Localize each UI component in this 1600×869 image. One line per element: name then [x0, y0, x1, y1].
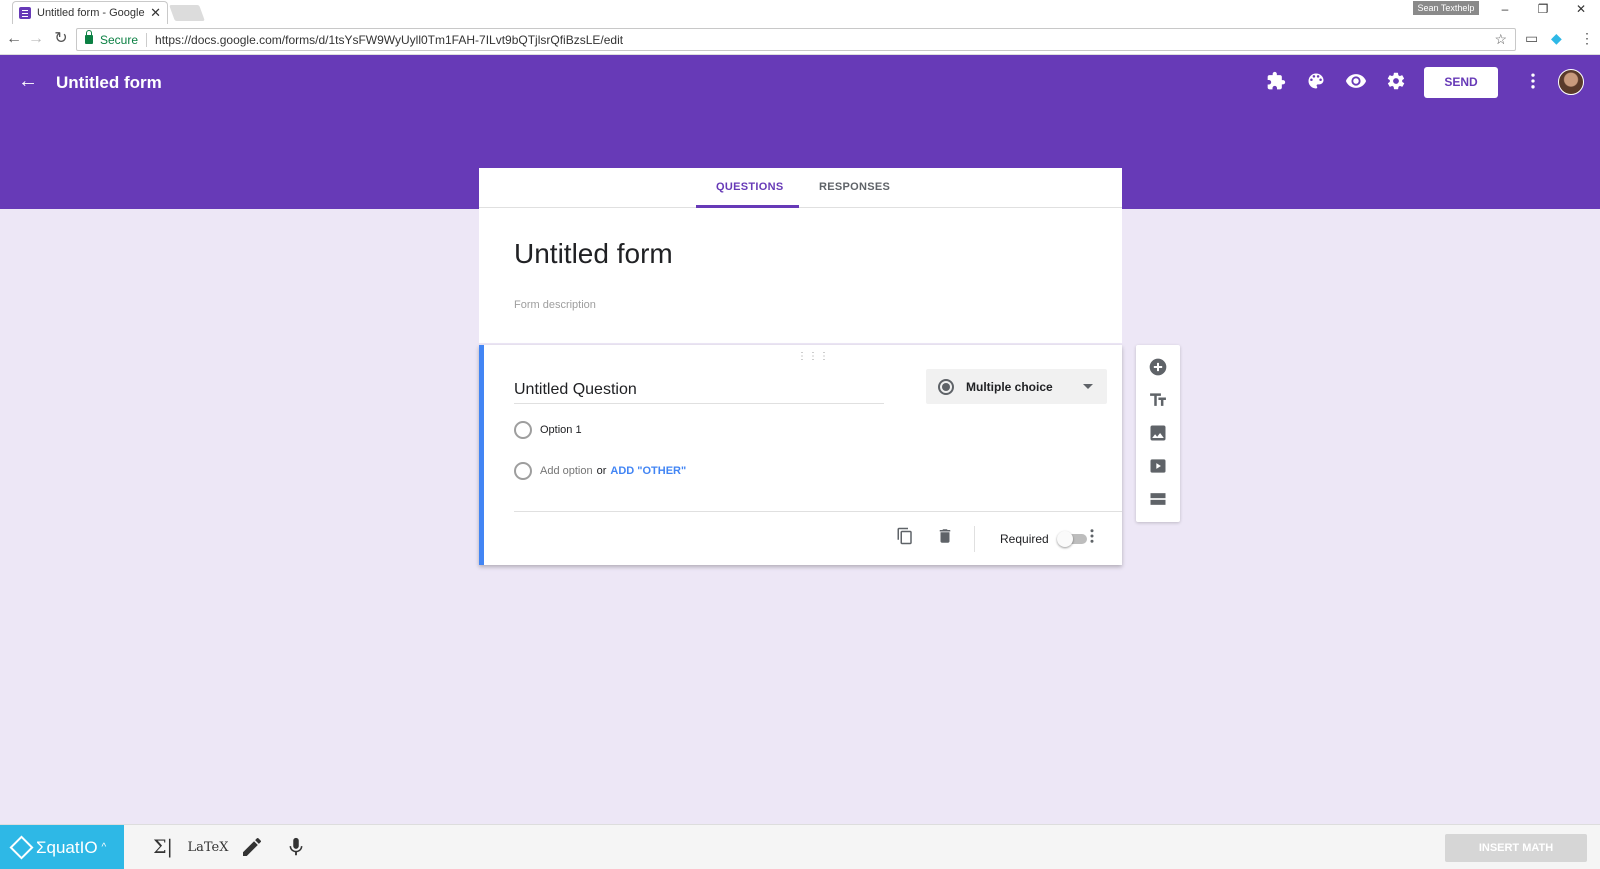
browser-tab-title: Untitled form - Google F — [37, 7, 147, 19]
tab-responses[interactable]: RESPONSES — [819, 181, 890, 193]
equatio-logo-text: ƩquatIO — [36, 837, 98, 857]
url-text[interactable]: https://docs.google.com/forms/d/1tsYsFW9… — [155, 33, 623, 47]
math-editor-icon[interactable]: Σ| — [150, 835, 176, 859]
question-more-icon[interactable] — [1081, 525, 1103, 547]
chevron-up-icon: ^ — [101, 842, 107, 853]
form-title-input[interactable]: Untitled form — [514, 238, 673, 270]
question-type-dropdown[interactable]: Multiple choice — [926, 369, 1107, 404]
restore-icon[interactable]: ❐ — [1533, 2, 1553, 16]
toggle-knob — [1057, 531, 1073, 547]
address-separator — [146, 32, 148, 47]
browser-tab-strip: Untitled form - Google F ✕ Sean Texthelp… — [0, 0, 1600, 24]
more-vert-icon[interactable] — [1521, 69, 1545, 93]
eye-icon[interactable] — [1344, 69, 1368, 93]
browser-forward-icon[interactable]: → — [26, 30, 46, 48]
lock-icon — [85, 30, 93, 44]
duplicate-icon[interactable] — [894, 525, 916, 547]
option-row[interactable]: Option 1 — [514, 421, 582, 439]
browser-toolbar: ← → ↻ Secure https://docs.google.com/for… — [0, 24, 1600, 55]
gear-icon[interactable] — [1384, 69, 1408, 93]
tab-questions[interactable]: QUESTIONS — [716, 181, 784, 193]
new-tab-button[interactable] — [169, 5, 205, 21]
option-label[interactable]: Option 1 — [540, 424, 582, 436]
trash-icon[interactable] — [934, 525, 956, 547]
add-image-icon[interactable] — [1146, 421, 1170, 445]
question-card[interactable]: ⋮⋮⋮ Untitled Question Multiple choice Op… — [479, 345, 1122, 565]
side-toolbar — [1136, 345, 1180, 522]
add-video-icon[interactable] — [1146, 454, 1170, 478]
browser-menu-icon[interactable]: ⋮ — [1580, 30, 1594, 47]
browser-back-icon[interactable]: ← — [4, 30, 24, 48]
puzzle-icon[interactable] — [1264, 69, 1288, 93]
microphone-icon[interactable] — [284, 835, 308, 859]
insert-math-button[interactable]: INSERT MATH — [1445, 834, 1587, 862]
equatio-extension-icon[interactable]: ◆ — [1551, 30, 1562, 47]
window-close-icon[interactable]: ✕ — [1571, 2, 1591, 16]
avatar[interactable] — [1558, 69, 1584, 95]
equatio-diamond-icon — [9, 835, 34, 860]
add-option-link[interactable]: Add option — [540, 465, 593, 477]
bookmark-star-icon[interactable]: ☆ — [1494, 31, 1507, 48]
equatio-toolbar: ƩquatIO ^ Σ| LaTeX INSERT MATH — [0, 824, 1600, 869]
form-description-input[interactable]: Form description — [514, 299, 596, 311]
add-question-icon[interactable] — [1146, 355, 1170, 379]
radio-checked-icon — [938, 378, 954, 395]
add-section-icon[interactable] — [1146, 487, 1170, 511]
active-tab-indicator — [696, 205, 799, 208]
browser-profile-badge[interactable]: Sean Texthelp — [1413, 1, 1479, 15]
handwriting-icon[interactable] — [238, 835, 266, 859]
send-button[interactable]: SEND — [1424, 67, 1498, 98]
chevron-down-icon — [1083, 384, 1093, 389]
secure-label: Secure — [100, 32, 139, 47]
latex-editor-icon[interactable]: LaTeX — [188, 835, 229, 859]
add-title-icon[interactable] — [1146, 388, 1170, 412]
radio-unchecked-icon — [514, 421, 532, 439]
palette-icon[interactable] — [1304, 69, 1328, 93]
form-tabs: QUESTIONS RESPONSES — [479, 168, 1122, 208]
add-other-link[interactable]: ADD "OTHER" — [610, 465, 686, 477]
equatio-logo-button[interactable]: ƩquatIO ^ — [0, 825, 124, 869]
radio-unchecked-icon — [514, 462, 532, 480]
add-option-row: Add option or ADD "OTHER" — [514, 462, 686, 480]
form-header-card: QUESTIONS RESPONSES Untitled form Form d… — [479, 168, 1122, 343]
footer-separator — [974, 526, 975, 552]
or-text: or — [596, 465, 607, 477]
question-type-label: Multiple choice — [966, 379, 1053, 394]
close-tab-icon[interactable]: ✕ — [150, 5, 161, 21]
required-label: Required — [1000, 532, 1049, 546]
question-title-input[interactable]: Untitled Question — [514, 381, 884, 404]
address-bar[interactable]: Secure https://docs.google.com/forms/d/1… — [76, 28, 1516, 51]
minimize-icon[interactable]: – — [1495, 2, 1515, 16]
header-form-title: Untitled form — [56, 73, 162, 92]
browser-tab[interactable]: Untitled form - Google F ✕ — [12, 1, 168, 24]
reload-icon[interactable]: ↻ — [51, 30, 71, 48]
question-footer-divider — [514, 511, 1122, 512]
cast-icon[interactable]: ▭ — [1525, 30, 1538, 47]
back-arrow-icon[interactable]: ← — [16, 69, 40, 93]
forms-favicon-icon — [19, 7, 31, 19]
drag-handle-icon[interactable]: ⋮⋮⋮ — [797, 351, 830, 362]
